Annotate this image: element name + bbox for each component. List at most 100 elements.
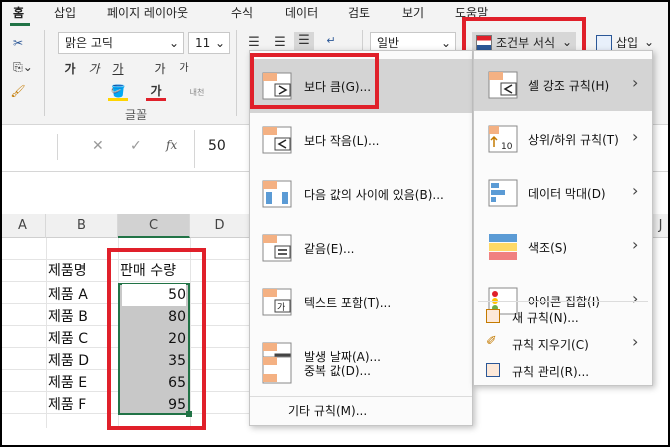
cell-name[interactable]: 제품 A <box>48 284 116 306</box>
font-group-label: 글꼴 <box>125 108 148 122</box>
insert-cells-icon <box>596 35 612 51</box>
cell-name[interactable]: 제품 D <box>48 350 116 372</box>
cell-b-header[interactable]: 제품명 <box>48 260 116 282</box>
menu-item-label: 보다 작음(L)... <box>304 134 380 148</box>
menu-item-text-contains[interactable]: 가 텍스트 포함(T)... <box>250 275 472 329</box>
font-color-glyph: 가 <box>150 84 162 98</box>
font-color-button[interactable]: 가 <box>146 84 166 104</box>
new-rule-icon <box>486 309 500 323</box>
color-scales-icon <box>489 234 517 260</box>
cell-name[interactable]: 제품 C <box>48 328 116 350</box>
menu-item-new-rule[interactable]: 새 규칙(N)... <box>474 303 652 329</box>
text-contains-icon: 가 <box>262 288 292 316</box>
highlight-cells-icon <box>488 71 518 99</box>
fx-label: fx <box>166 138 178 152</box>
align-icon[interactable]: ☰ <box>294 32 314 52</box>
menu-item-label: 텍스트 포함(T)... <box>304 296 392 310</box>
divider <box>194 130 195 168</box>
font-size-select[interactable]: 11 ⌄ <box>188 32 230 54</box>
menu-divider <box>478 301 648 302</box>
menu-item-label: 데이터 막대(D) <box>528 187 606 201</box>
data-bars-icon <box>488 179 518 207</box>
menu-item-more-rules[interactable]: 기타 규칙(M)... <box>250 398 472 422</box>
chevron-right-icon: › <box>632 127 639 146</box>
less-than-icon <box>262 126 292 154</box>
menu-item-color-scales[interactable]: 색조(S) › <box>474 221 652 273</box>
formula-input[interactable]: 50 <box>208 138 226 154</box>
phonetic-button[interactable]: 내천 <box>184 84 210 102</box>
menu-item-label: 셀 강조 규칙(H) <box>528 79 610 93</box>
number-format-value: 일반 <box>377 36 400 50</box>
col-header-a[interactable]: A <box>0 214 46 238</box>
chevron-down-icon: ⌄ <box>644 35 655 49</box>
font-shrink-button[interactable]: 가 <box>174 60 194 78</box>
font-color-swatch <box>146 98 166 101</box>
menu-item-top-bottom-rules[interactable]: 10 상위/하위 규칙(T) › <box>474 113 652 165</box>
fill-color-icon[interactable]: 🪣 <box>108 84 128 104</box>
col-header-j[interactable]: J <box>652 214 670 238</box>
bold-button[interactable]: 가 <box>60 60 80 78</box>
tab-view[interactable]: 보기 <box>402 4 424 22</box>
menu-item-between[interactable]: 다음 값의 사이에 있음(B)... <box>250 167 472 221</box>
font-size-value: 11 <box>195 36 211 50</box>
eraser-icon: ✐ <box>486 334 497 349</box>
svg-text:10: 10 <box>501 142 513 152</box>
copy-icon[interactable]: ⎘⌄ <box>6 58 40 76</box>
tab-insert[interactable]: 삽입 <box>54 4 76 22</box>
chevron-right-icon: › <box>632 181 639 200</box>
menu-item-less-than[interactable]: 보다 작음(L)... <box>250 113 472 167</box>
duplicate-values-icon <box>262 356 292 384</box>
menu-item-manage-rules[interactable]: 규칙 관리(R)... <box>474 357 652 383</box>
cell-name[interactable]: 제품 F <box>48 394 116 416</box>
menu-item-label: 규칙 지우기(C) <box>512 338 589 352</box>
format-painter-icon[interactable]: 🖌 <box>8 82 28 100</box>
menu-item-duplicate-values[interactable]: 중복 값(D)... <box>250 346 472 394</box>
font-name-select[interactable]: 맑은 고딕 ⌄ <box>58 32 184 54</box>
chevron-right-icon: › <box>632 73 639 92</box>
font-grow-button[interactable]: 가 <box>150 60 170 78</box>
underline-button[interactable]: 가 <box>108 60 128 78</box>
menu-item-data-bars[interactable]: 데이터 막대(D) › <box>474 167 652 219</box>
name-box[interactable] <box>0 134 58 160</box>
cancel-icon[interactable]: ✕ <box>92 138 104 154</box>
cell-name[interactable]: 제품 B <box>48 306 116 328</box>
wrap-text-icon[interactable]: ↵ <box>320 32 342 50</box>
group-separator <box>44 30 45 116</box>
col-header-d[interactable]: D <box>190 214 250 238</box>
tab-review[interactable]: 검토 <box>348 4 370 22</box>
cell-name[interactable]: 제품 E <box>48 372 116 394</box>
menu-item-equal-to[interactable]: 같음(E)... <box>250 221 472 275</box>
chevron-right-icon: › <box>632 235 639 254</box>
conditional-format-menu: 셀 강조 규칙(H) › 10 상위/하위 규칙(T) › 데이터 막대(D) … <box>473 50 653 386</box>
confirm-icon[interactable]: ✓ <box>130 138 142 154</box>
manage-rules-icon <box>486 363 500 377</box>
chevron-right-icon: › <box>632 332 639 351</box>
tab-formulas[interactable]: 수식 <box>231 4 253 22</box>
menu-item-label: 규칙 관리(R)... <box>512 365 590 379</box>
menu-item-label: 다음 값의 사이에 있음(B)... <box>304 188 444 202</box>
menu-item-label: 기타 규칙(M)... <box>288 404 368 418</box>
menu-item-highlight-cells-rules[interactable]: 셀 강조 규칙(H) › <box>474 59 652 111</box>
chevron-down-icon: ⌄ <box>214 36 225 50</box>
menu-item-label: 같음(E)... <box>304 242 355 256</box>
italic-button[interactable]: 가 <box>84 60 104 78</box>
group-separator <box>236 30 237 116</box>
top-bottom-icon: 10 <box>488 125 518 153</box>
tab-data[interactable]: 데이터 <box>285 4 318 22</box>
menu-item-label: 중복 값(D)... <box>304 364 371 378</box>
highlight-box-quantity-column <box>107 248 206 430</box>
font-name-value: 맑은 고딕 <box>65 36 113 50</box>
menu-divider <box>250 396 472 397</box>
between-icon <box>262 180 292 208</box>
chevron-down-icon: ⌄ <box>168 36 179 50</box>
tab-page-layout[interactable]: 페이지 레이아웃 <box>107 4 188 22</box>
menu-item-label: 새 규칙(N)... <box>512 311 579 325</box>
col-header-c[interactable]: C <box>118 214 190 238</box>
highlight-box-greater-than <box>250 53 379 109</box>
tab-home[interactable]: 홈 <box>13 4 24 22</box>
svg-text:가: 가 <box>277 302 285 313</box>
cut-icon[interactable]: ✂ <box>8 34 28 52</box>
col-header-b[interactable]: B <box>46 214 118 238</box>
menu-item-clear-rules[interactable]: ✐ 규칙 지우기(C) › <box>474 330 652 356</box>
menu-item-label: 색조(S) <box>528 241 568 255</box>
